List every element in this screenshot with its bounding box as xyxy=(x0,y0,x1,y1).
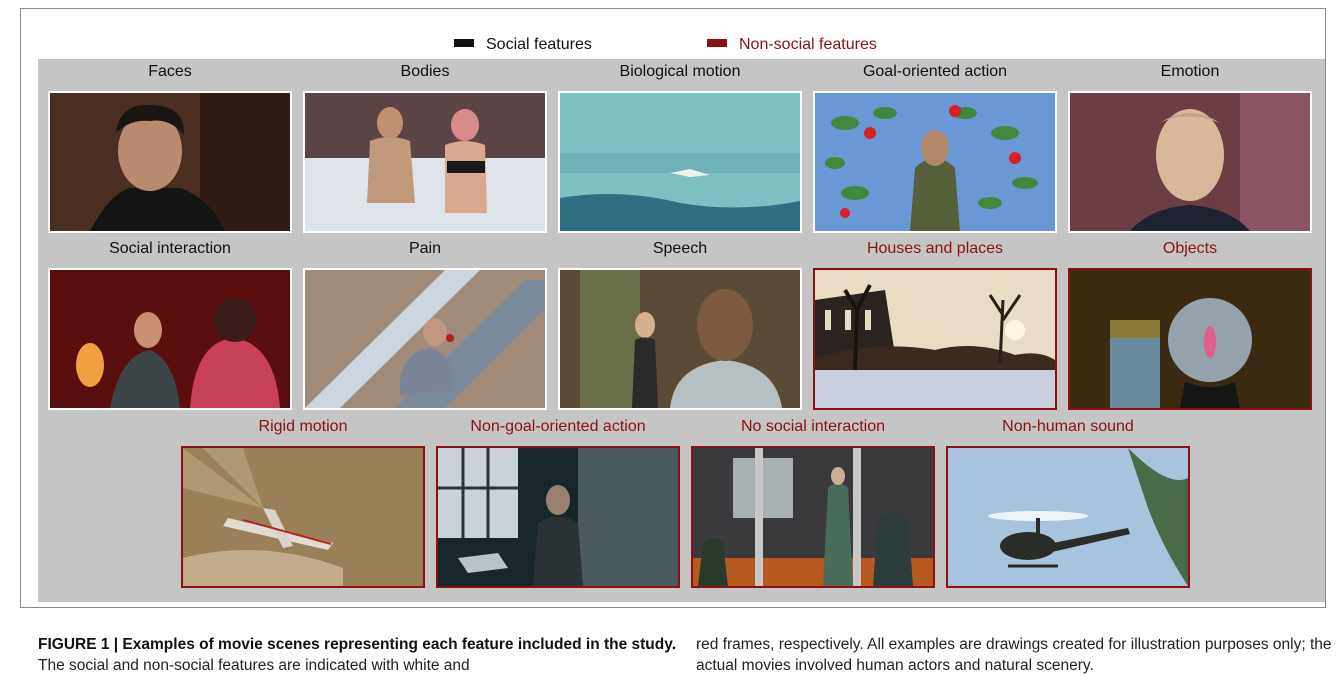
scene-label: Social interaction xyxy=(109,240,231,257)
figure-caption-right: red frames, respectively. All examples a… xyxy=(696,636,1332,674)
legend: Social features Non-social features xyxy=(38,29,1325,59)
legend-nonsocial: Non-social features xyxy=(707,36,877,54)
legend-social-label: Social features xyxy=(486,36,592,53)
scene-label: Emotion xyxy=(1160,63,1220,80)
figure-caption-left: FIGURE 1 | Examples of movie scenes repr… xyxy=(38,634,678,676)
scene-image-no-social xyxy=(691,446,935,588)
scene-image-social-interaction xyxy=(48,268,292,410)
legend-nonsocial-label: Non-social features xyxy=(739,36,877,53)
scene-label: Non-human sound xyxy=(1002,418,1134,435)
legend-nonsocial-swatch xyxy=(707,38,727,47)
caption-text-left: The social and non-social features are i… xyxy=(38,657,470,674)
scene-label: Pain xyxy=(408,240,442,257)
scene-label: No social interaction xyxy=(740,418,886,435)
scene-label: Non-goal-oriented action xyxy=(470,418,646,435)
scene-image-bodies xyxy=(303,91,547,233)
scene-label: Faces xyxy=(148,63,192,80)
scene-image-emotion xyxy=(1068,91,1312,233)
scene-label: Houses and places xyxy=(866,240,1004,257)
scene-image-goal-action xyxy=(813,91,1057,233)
scene-image-biological-motion xyxy=(558,91,802,233)
scene-label: Goal-oriented action xyxy=(862,63,1008,80)
legend-social-swatch xyxy=(454,38,474,47)
scene-image-houses xyxy=(813,268,1057,410)
scene-label: Speech xyxy=(652,240,708,257)
scene-label: Biological motion xyxy=(619,63,741,80)
legend-social: Social features xyxy=(454,36,592,54)
scene-label: Rigid motion xyxy=(258,418,348,435)
scene-image-nongoal-action xyxy=(436,446,680,588)
figure-panel: Social features Non-social features Face… xyxy=(38,29,1325,602)
scene-image-pain xyxy=(303,268,547,410)
scene-label: Bodies xyxy=(400,63,450,80)
scene-image-speech xyxy=(558,268,802,410)
scene-image-faces xyxy=(48,91,292,233)
scene-image-nonhuman-sound xyxy=(946,446,1190,588)
scene-image-rigid-motion xyxy=(181,446,425,588)
caption-title: FIGURE 1 | Examples of movie scenes repr… xyxy=(38,636,677,653)
scene-label: Objects xyxy=(1162,240,1218,257)
scene-image-objects xyxy=(1068,268,1312,410)
